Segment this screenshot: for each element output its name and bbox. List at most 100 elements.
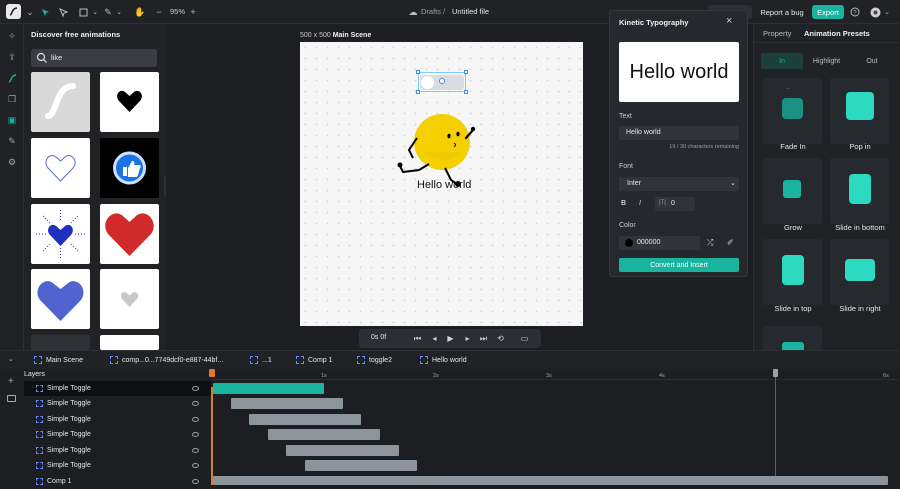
animation-icon[interactable]: [5, 71, 19, 85]
layer-row[interactable]: Simple Toggle: [24, 427, 211, 442]
resize-handle[interactable]: [464, 90, 468, 94]
chevron-down-icon[interactable]: ⌄: [112, 5, 126, 19]
segment-in[interactable]: In: [761, 53, 803, 69]
app-logo-icon[interactable]: [6, 4, 21, 19]
resize-handle[interactable]: [416, 70, 420, 74]
upload-icon[interactable]: ⇪: [5, 50, 19, 64]
library-icon[interactable]: ▣: [5, 113, 19, 127]
segment-out[interactable]: Out: [850, 53, 894, 69]
font-select[interactable]: Inter ⌄: [619, 177, 739, 191]
animation-thumbnail[interactable]: [100, 72, 159, 132]
edit-icon[interactable]: ✎: [5, 134, 19, 148]
playhead[interactable]: [211, 387, 213, 485]
animation-thumbnail[interactable]: [100, 269, 159, 329]
text-input[interactable]: Hello world: [619, 126, 739, 140]
zoom-level[interactable]: 95%: [170, 7, 185, 16]
color-input[interactable]: 000000: [619, 236, 700, 250]
sparkle-icon[interactable]: ✧: [5, 29, 19, 43]
animation-thumbnail[interactable]: [31, 138, 90, 198]
end-marker[interactable]: [775, 377, 776, 485]
media-icon[interactable]: [7, 395, 16, 402]
shuffle-icon[interactable]: ⤮: [707, 238, 713, 248]
tab-1[interactable]: ...1: [250, 356, 272, 364]
animation-thumbnail[interactable]: [31, 72, 90, 132]
anchor-point[interactable]: [439, 78, 445, 84]
layer-row[interactable]: Simple Toggle: [24, 396, 211, 411]
layer-row[interactable]: Comp 1: [24, 474, 211, 489]
letter-spacing-input[interactable]: |T| 0: [655, 197, 695, 211]
keyframe-bar[interactable]: [268, 429, 380, 440]
color-swatch[interactable]: [625, 239, 633, 247]
toggle-selection[interactable]: [416, 70, 468, 94]
preset-slide-in-bottom[interactable]: [830, 158, 889, 224]
zoom-in-icon[interactable]: +: [186, 5, 200, 19]
eye-icon[interactable]: [192, 463, 199, 468]
time-display[interactable]: 0s 0f: [371, 334, 386, 341]
animation-thumbnail[interactable]: [100, 138, 159, 198]
step-forward-icon[interactable]: ▸: [462, 333, 473, 344]
export-button[interactable]: Export: [812, 5, 844, 19]
artboard[interactable]: Hello world: [300, 42, 583, 326]
animation-thumbnail[interactable]: [31, 269, 90, 329]
breadcrumb-folder[interactable]: Drafts: [421, 7, 441, 16]
help-icon[interactable]: ?: [848, 5, 862, 19]
italic-toggle[interactable]: I: [639, 200, 641, 207]
zoom-out-icon[interactable]: −: [152, 5, 166, 19]
tab-property[interactable]: Property: [763, 29, 791, 38]
hello-world-text[interactable]: Hello world: [417, 179, 471, 191]
bold-toggle[interactable]: B: [621, 200, 626, 207]
play-icon[interactable]: ▶: [445, 333, 456, 344]
tab-comp-1[interactable]: Comp 1: [296, 356, 333, 364]
convert-and-insert-button[interactable]: Convert and Insert: [619, 258, 739, 272]
chevron-down-icon[interactable]: ⌄: [88, 5, 102, 19]
preset-slide-in-right[interactable]: [830, 239, 889, 305]
direct-select-tool-icon[interactable]: [56, 5, 70, 19]
tab-main-scene[interactable]: Main Scene: [34, 356, 83, 364]
eye-icon[interactable]: [192, 386, 199, 391]
chevron-down-icon[interactable]: ⌄: [8, 355, 14, 363]
layer-row[interactable]: Simple Toggle: [24, 443, 211, 458]
playhead-handle[interactable]: [209, 369, 215, 377]
timeline-track[interactable]: 1s 2s 3s 4s 6s: [209, 369, 900, 485]
toggle-knob[interactable]: [421, 76, 434, 89]
skip-start-icon[interactable]: ⏮: [412, 333, 423, 344]
layer-row[interactable]: Simple Toggle: [24, 412, 211, 427]
eye-icon[interactable]: [192, 401, 199, 406]
close-icon[interactable]: ×: [726, 15, 732, 27]
assets-icon[interactable]: ❐: [5, 92, 19, 106]
eye-icon[interactable]: [192, 448, 199, 453]
layer-row[interactable]: Simple Toggle: [24, 458, 211, 473]
skip-end-icon[interactable]: ⏭: [478, 333, 489, 344]
keyframe-bar[interactable]: [249, 414, 361, 425]
preset-grow[interactable]: [763, 158, 822, 224]
add-layer-icon[interactable]: +: [8, 376, 14, 387]
time-ruler[interactable]: [211, 369, 900, 380]
preset-fade-in[interactable]: →: [763, 78, 822, 144]
preset-more[interactable]: [763, 326, 822, 350]
end-marker-handle[interactable]: [773, 369, 778, 377]
tab-comp[interactable]: comp...0...7749dcf0-e887-44bf...: [110, 356, 223, 364]
preset-pop-in[interactable]: [830, 78, 889, 144]
search-input[interactable]: like: [31, 49, 157, 67]
eye-icon[interactable]: [192, 432, 199, 437]
chevron-down-icon[interactable]: ⌄: [880, 5, 894, 19]
animation-thumbnail[interactable]: [100, 335, 159, 350]
animation-thumbnail[interactable]: [100, 204, 159, 264]
resize-handle[interactable]: [464, 70, 468, 74]
search-value[interactable]: like: [51, 53, 62, 62]
resize-handle[interactable]: [416, 90, 420, 94]
keyframe-bar[interactable]: [305, 460, 417, 471]
chevron-down-icon[interactable]: ⌄: [23, 5, 37, 19]
screen-icon[interactable]: ▭: [519, 333, 530, 344]
tab-hello-world[interactable]: Hello world: [420, 356, 467, 364]
eye-icon[interactable]: [192, 479, 199, 484]
eyedropper-icon[interactable]: ✐: [727, 238, 734, 247]
animation-thumbnail[interactable]: [31, 204, 90, 264]
layer-row[interactable]: Simple Toggle: [24, 381, 211, 396]
keyframe-bar[interactable]: [213, 383, 324, 394]
step-back-icon[interactable]: ◂: [429, 333, 440, 344]
plugin-icon[interactable]: ⚙: [5, 155, 19, 169]
report-bug-button[interactable]: Report a bug: [758, 5, 806, 19]
loop-icon[interactable]: ⟲: [495, 333, 506, 344]
tab-toggle2[interactable]: toggle2: [357, 356, 392, 364]
